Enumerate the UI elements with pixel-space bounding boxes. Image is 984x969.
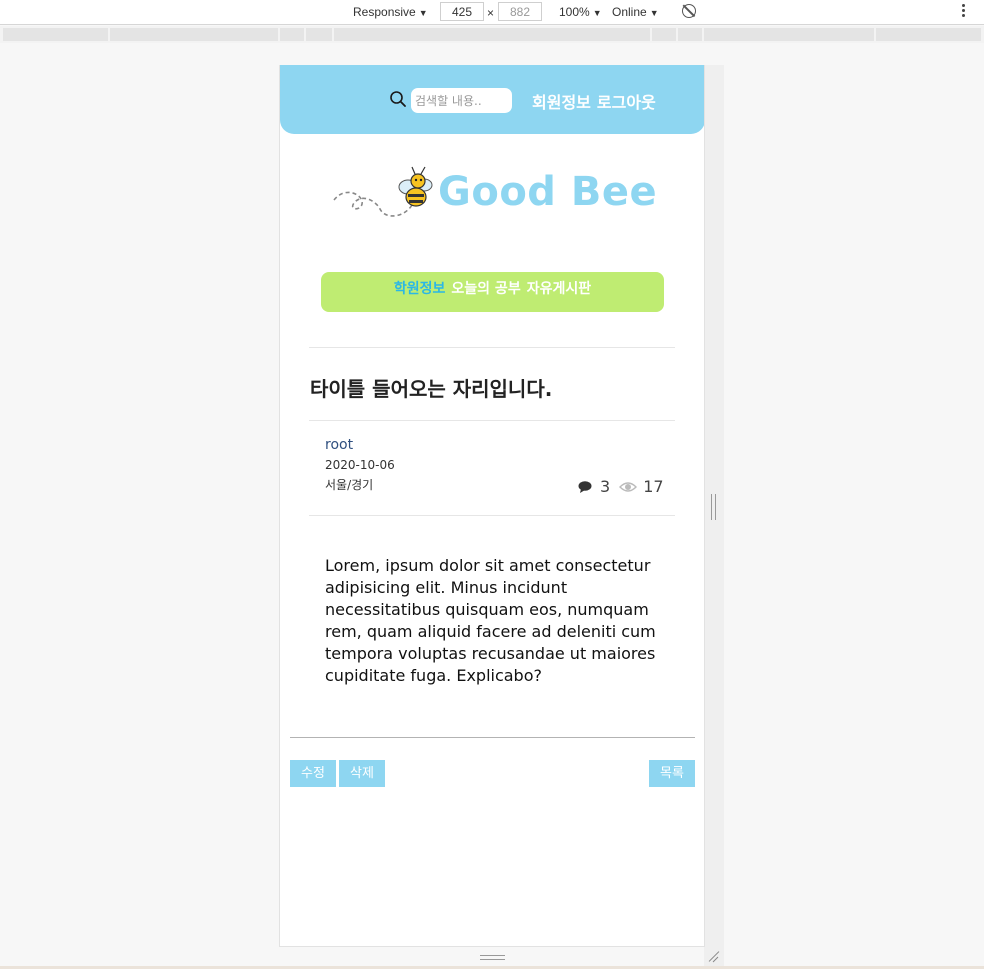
logo[interactable]: Good Bee	[332, 165, 657, 225]
member-info-link[interactable]: 회원정보	[532, 93, 591, 112]
edit-button[interactable]: 수정	[290, 760, 336, 787]
caret-down-icon: ▼	[418, 8, 428, 18]
list-button[interactable]: 목록	[649, 760, 695, 787]
media-query-segment[interactable]	[280, 28, 304, 41]
more-options-icon[interactable]	[962, 4, 966, 19]
logo-text: Good Bee	[438, 169, 658, 215]
media-query-segment[interactable]	[876, 28, 981, 41]
content-divider	[290, 737, 695, 738]
viewport-width-input[interactable]	[440, 2, 484, 21]
media-query-segment[interactable]	[334, 28, 650, 41]
device-viewport: 회원정보 로그아웃 Good Bee 학원정보 오늘의 공부 자유게시판 타이틀 들어…	[279, 65, 705, 947]
media-query-segment[interactable]	[3, 28, 108, 41]
network-dropdown[interactable]: Online ▼	[612, 5, 659, 19]
resize-handle-bottom[interactable]	[480, 955, 505, 960]
post-stats: 3 17	[578, 477, 664, 496]
media-query-segment[interactable]	[306, 28, 332, 41]
nav-item-academy-info[interactable]: 학원정보	[394, 281, 446, 297]
nav-item-today-study[interactable]: 오늘의 공부	[451, 281, 520, 297]
caret-down-icon: ▼	[592, 8, 602, 18]
main-nav: 학원정보 오늘의 공부 자유게시판	[321, 272, 664, 312]
media-query-segment[interactable]	[110, 28, 278, 41]
caret-down-icon: ▼	[649, 8, 659, 18]
post-body: Lorem, ipsum dolor sit amet consectetur …	[325, 556, 656, 685]
media-query-segment[interactable]	[704, 28, 874, 41]
viewport-height-input[interactable]	[498, 2, 542, 21]
view-count: 17	[643, 477, 664, 496]
post-region: 서울/경기	[325, 478, 374, 492]
bee-icon	[333, 166, 433, 217]
site-header: 회원정보 로그아웃	[280, 65, 704, 134]
search-icon[interactable]	[390, 91, 406, 107]
post-author[interactable]: root	[325, 437, 353, 453]
times-icon: ×	[487, 6, 495, 20]
network-label: Online	[612, 5, 647, 19]
media-query-segment[interactable]	[678, 28, 702, 41]
zoom-dropdown[interactable]: 100% ▼	[559, 5, 602, 19]
post-title: 타이틀 들어오는 자리입니다.	[310, 377, 553, 401]
logout-link[interactable]: 로그아웃	[597, 93, 656, 112]
post-date: 2020-10-06	[325, 458, 395, 472]
rotate-icon[interactable]	[682, 4, 696, 18]
delete-button[interactable]: 삭제	[339, 760, 385, 787]
divider	[309, 347, 675, 348]
divider	[309, 515, 675, 516]
header-links: 회원정보 로그아웃	[532, 89, 662, 113]
device-mode-dropdown[interactable]: Responsive ▼	[353, 5, 428, 19]
device-mode-label: Responsive	[353, 5, 416, 19]
comment-icon	[578, 480, 592, 493]
media-query-bar	[0, 26, 984, 43]
resize-handle-right[interactable]	[711, 494, 716, 520]
search-input[interactable]	[411, 88, 512, 113]
devtools-toolbar: Responsive▼ × 100%▼ Online▼	[0, 0, 984, 25]
divider	[309, 420, 675, 421]
view-icon	[619, 481, 638, 492]
media-query-segment[interactable]	[652, 28, 676, 41]
resize-handle-corner[interactable]	[706, 950, 720, 964]
comment-count: 3	[600, 477, 611, 496]
nav-item-free-board[interactable]: 자유게시판	[527, 281, 591, 297]
zoom-label: 100%	[559, 5, 590, 19]
